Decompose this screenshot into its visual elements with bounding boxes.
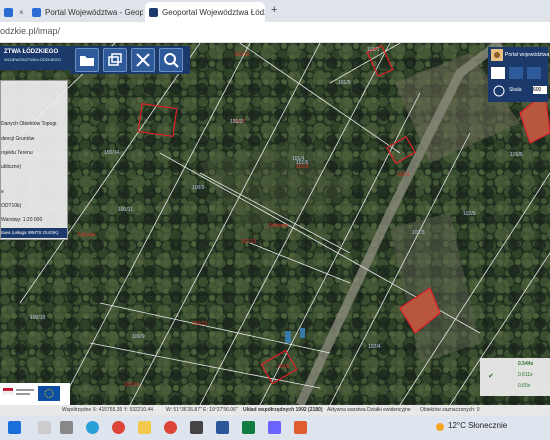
search-taskbar-icon[interactable] <box>38 421 51 434</box>
layers-panel: Danych Obiektów Topogr. dencji Gruntów roj… <box>0 80 68 240</box>
orthophoto-map: 100/10101/1101/9101/2101/4100/14101/6101… <box>0 43 550 405</box>
parcel-number-label: 100/10 <box>234 52 250 58</box>
sun-icon <box>436 423 444 431</box>
right-header-panel: Portal województwa Skala 600 <box>488 47 550 102</box>
parcel-number-label: 101/1 <box>367 47 380 53</box>
chrome-icon[interactable] <box>112 421 125 434</box>
start-icon[interactable] <box>8 421 21 434</box>
tab-partial[interactable]: × <box>0 2 25 22</box>
scale-label: Skala <box>509 87 522 93</box>
info-button[interactable] <box>527 67 541 79</box>
parcel-number-label: 100/13 <box>192 321 208 327</box>
check-icon: ✔ <box>488 373 494 380</box>
eu-flag-logo <box>2 386 60 401</box>
search-button[interactable] <box>159 48 183 72</box>
parcel-number-label: 101/13 <box>241 239 257 245</box>
active-layer-text: Aktywna warstwa Działki ewidencyjne <box>327 407 411 413</box>
taskbar: 12°C Słonecznie <box>0 415 550 440</box>
parcel-number-label: 101/6 <box>296 160 309 166</box>
zoom-in-button[interactable] <box>491 67 505 79</box>
address-bar[interactable]: odzkie.pl/imap/ <box>0 22 550 43</box>
media-icon[interactable] <box>294 421 307 434</box>
map-toolbar <box>70 46 190 74</box>
tab-label: Geoportal Województwa Łódzk <box>162 7 265 17</box>
app-subtitle: WOJEWÓDZTWA ŁÓDZKIEGO <box>4 57 61 62</box>
place-label: Zofiówka <box>268 223 288 229</box>
layer-item[interactable]: ubliczne) <box>1 164 21 170</box>
folder-icon <box>80 56 94 66</box>
parcel-number-label: 101/3 <box>230 119 243 125</box>
layer-item[interactable]: Danych Obiektów Topogr. <box>1 121 58 127</box>
browser-tab-bar: × Portal Województwa - Geoportal × Geopo… <box>0 0 550 22</box>
url-text: odzkie.pl/imap/ <box>0 26 61 36</box>
windows-icon <box>108 53 122 66</box>
open-folder-button[interactable] <box>75 48 99 72</box>
wgs-text: W: 51°36'26.87" E: 19°27'56.06" <box>166 407 238 413</box>
parcel-number-label: 100/10 <box>30 315 46 321</box>
task-view-icon[interactable] <box>60 421 73 434</box>
eu-logos <box>0 383 70 405</box>
parcel-number-label: 100/14 <box>124 382 140 388</box>
crs-text: Układ współrzędnych 1992 (2180) <box>243 407 323 413</box>
edge-icon[interactable] <box>86 421 99 434</box>
geoportal-favicon-icon <box>149 7 158 17</box>
app-header: ZTWA ŁÓDZKIEGO WOJEWÓDZTWA ŁÓDZKIEGO <box>0 46 70 70</box>
tab-portal[interactable]: Portal Województwa - Geoportal × <box>28 2 143 22</box>
parcel-number-label: 101/9 <box>338 80 351 86</box>
coords-text: Współrzędne X: 415765.35 Y: 532210.44 <box>62 407 154 413</box>
tab-geoportal[interactable]: Geoportal Województwa Łódzk × <box>145 2 265 22</box>
layer-item[interactable]: e <box>1 189 4 195</box>
layer-item[interactable]: Warstwy: 1:20 000 <box>1 217 42 223</box>
parcel-number-label: 102/3 <box>412 230 425 236</box>
status-bar: Współrzędne X: 415765.35 Y: 532210.44 W:… <box>0 405 550 415</box>
portal-logo-icon <box>491 49 503 61</box>
app-icon[interactable] <box>190 421 203 434</box>
parcel-number-label: 102/8 <box>277 364 290 370</box>
parcel-number-label: 100/11 <box>118 207 133 213</box>
parcel-number-label: 100/9 <box>132 334 145 340</box>
parcel-number-label: 102/5 <box>463 211 476 217</box>
word-icon[interactable] <box>216 421 229 434</box>
parcel-number-label: 101/5 <box>510 152 523 158</box>
base-layer-bar[interactable]: tawa (usługa WMTS GUGiK) <box>1 228 67 238</box>
scale-input[interactable]: 600 <box>533 86 547 94</box>
app-title: ZTWA ŁÓDZKIEGO <box>4 49 59 55</box>
parcel-number-label: 102/1 <box>397 172 410 178</box>
scale-option[interactable]: 0.544x <box>518 361 533 367</box>
tab-label: Portal Województwa - Geoportal <box>45 7 143 17</box>
street-label: Łąkowa <box>78 232 95 238</box>
excel-icon[interactable] <box>242 421 255 434</box>
chrome-active-icon[interactable] <box>164 421 177 434</box>
pan-button[interactable] <box>509 67 523 79</box>
scale-panel: ✔ 0.544x 0.611x 0.65x <box>480 358 550 396</box>
parcel-number-label: 100/9 <box>192 185 205 191</box>
scale-option[interactable]: 0.611x <box>518 372 533 378</box>
close-icon[interactable]: × <box>19 8 24 17</box>
tools-button[interactable] <box>131 48 155 72</box>
weather-text[interactable]: 12°C Słonecznie <box>448 421 507 430</box>
layer-item[interactable]: ODT10k) <box>1 203 21 209</box>
new-tab-button[interactable]: + <box>271 4 277 16</box>
parcel-number-label: 102/4 <box>368 344 381 350</box>
layer-item[interactable]: rojektu Terenu <box>1 150 33 156</box>
portal-favicon-icon <box>32 7 41 17</box>
layer-item[interactable]: dencji Gruntów <box>1 136 34 142</box>
globe-icon[interactable] <box>493 85 505 97</box>
file-explorer-icon[interactable] <box>138 421 151 434</box>
crossed-tools-icon <box>136 53 150 67</box>
parcel-number-label: 100/14 <box>104 150 120 156</box>
tab-favicon-icon <box>4 7 13 17</box>
map-canvas[interactable]: 100/10 101/1 101/9 101/2 101/4 100/14 101/6 101… <box>0 43 550 405</box>
portal-title: Portal województwa <box>505 52 550 58</box>
scale-option[interactable]: 0.65x <box>518 383 530 389</box>
search-icon <box>164 53 179 68</box>
selected-count-text: Obiektów zaznaczonych: 0 <box>420 407 480 413</box>
teams-icon[interactable] <box>268 421 281 434</box>
windows-button[interactable] <box>103 48 127 72</box>
